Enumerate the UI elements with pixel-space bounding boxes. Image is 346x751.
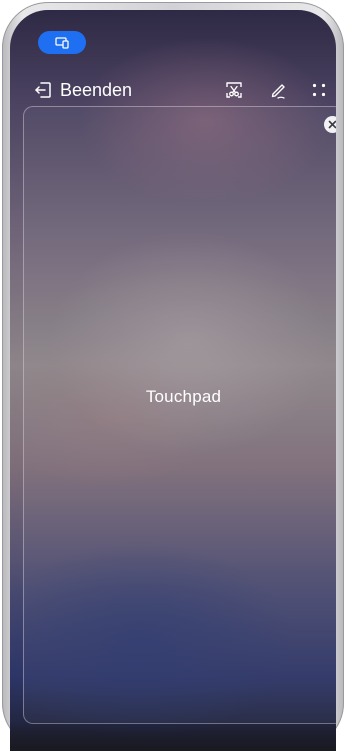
touchpad-close-button[interactable] (324, 116, 336, 133)
screenshot-scissors-icon (226, 82, 242, 98)
exit-button[interactable]: Beenden (34, 72, 132, 108)
more-dots-icon (312, 83, 326, 97)
top-toolbar: Beenden (10, 72, 336, 108)
more-button[interactable] (307, 78, 331, 102)
close-icon (328, 120, 336, 129)
screen-cast-icon (55, 36, 69, 49)
pen-annotate-icon (271, 84, 285, 99)
screenshot-button[interactable] (222, 78, 246, 102)
phone-screen: Beenden Touchpad (10, 10, 336, 751)
exit-door-icon (35, 82, 51, 98)
touchpad-area[interactable]: Touchpad (23, 106, 336, 724)
screen-cast-indicator[interactable] (38, 31, 86, 54)
exit-label: Beenden (60, 79, 133, 100)
annotate-button[interactable] (266, 78, 290, 102)
touchpad-label: Touchpad (145, 387, 222, 406)
bottom-strip (10, 721, 336, 751)
